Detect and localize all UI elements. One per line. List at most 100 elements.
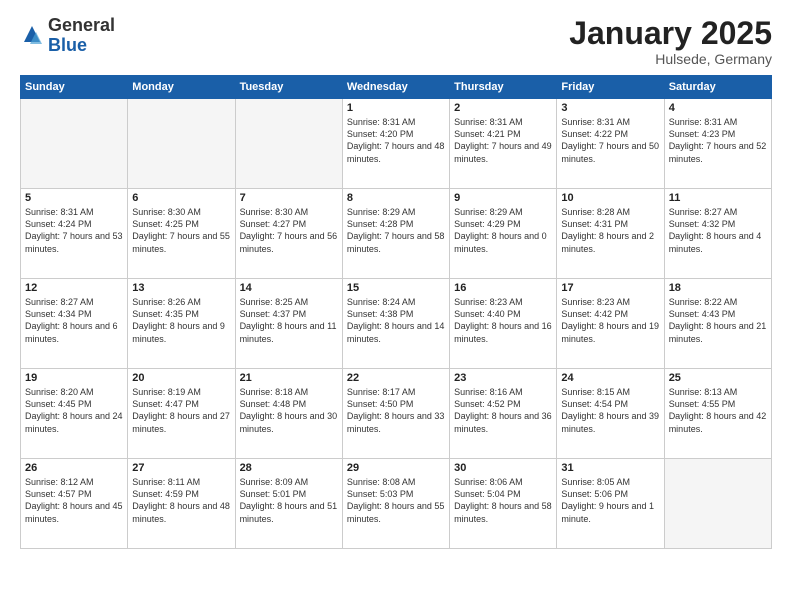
day-info: Sunrise: 8:17 AM Sunset: 4:50 PM Dayligh… [347, 386, 445, 435]
day-number: 16 [454, 282, 552, 294]
calendar-cell: 3 Sunrise: 8:31 AM Sunset: 4:22 PM Daylig… [557, 99, 664, 189]
day-number: 15 [347, 282, 445, 294]
day-info: Sunrise: 8:31 AM Sunset: 4:23 PM Dayligh… [669, 116, 767, 165]
logo-general-text: General [48, 15, 115, 35]
month-title: January 2025 [569, 16, 772, 51]
logo-icon [20, 24, 44, 48]
day-number: 25 [669, 372, 767, 384]
day-info: Sunrise: 8:28 AM Sunset: 4:31 PM Dayligh… [561, 206, 659, 255]
calendar-cell: 5 Sunrise: 8:31 AM Sunset: 4:24 PM Daylig… [21, 189, 128, 279]
day-number: 4 [669, 102, 767, 114]
day-number: 10 [561, 192, 659, 204]
calendar-header-row: SundayMondayTuesdayWednesdayThursdayFrid… [21, 76, 772, 99]
logo-blue-text: Blue [48, 35, 87, 55]
calendar-cell [128, 99, 235, 189]
calendar-week-3: 12 Sunrise: 8:27 AM Sunset: 4:34 PM Dayli… [21, 279, 772, 369]
day-info: Sunrise: 8:29 AM Sunset: 4:29 PM Dayligh… [454, 206, 552, 255]
calendar-cell: 20 Sunrise: 8:19 AM Sunset: 4:47 PM Dayli… [128, 369, 235, 459]
calendar-cell: 27Sunrise: 8:11 AM Sunset: 4:59 PM Dayli… [128, 459, 235, 549]
day-number: 5 [25, 192, 123, 204]
day-info: Sunrise: 8:27 AM Sunset: 4:34 PM Dayligh… [25, 296, 123, 345]
calendar-cell: 12 Sunrise: 8:27 AM Sunset: 4:34 PM Dayli… [21, 279, 128, 369]
day-info: Sunrise: 8:26 AM Sunset: 4:35 PM Dayligh… [132, 296, 230, 345]
day-info: Sunrise: 8:11 AM Sunset: 4:59 PM Dayligh… [132, 476, 230, 525]
page-header: General Blue January 2025 Hulsede, Germa… [20, 16, 772, 67]
day-number: 14 [240, 282, 338, 294]
day-number: 2 [454, 102, 552, 114]
calendar-cell: 16 Sunrise: 8:23 AM Sunset: 4:40 PM Dayli… [450, 279, 557, 369]
day-number: 12 [25, 282, 123, 294]
weekday-header-thursday: Thursday [450, 76, 557, 99]
calendar-cell: 21 Sunrise: 8:18 AM Sunset: 4:48 PM Dayli… [235, 369, 342, 459]
day-info: Sunrise: 8:15 AM Sunset: 4:54 PM Dayligh… [561, 386, 659, 435]
calendar-cell: 9Sunrise: 8:29 AM Sunset: 4:29 PM Daylig… [450, 189, 557, 279]
day-info: Sunrise: 8:31 AM Sunset: 4:24 PM Dayligh… [25, 206, 123, 255]
day-info: Sunrise: 8:22 AM Sunset: 4:43 PM Dayligh… [669, 296, 767, 345]
calendar-cell: 26 Sunrise: 8:12 AM Sunset: 4:57 PM Dayli… [21, 459, 128, 549]
day-number: 30 [454, 462, 552, 474]
day-info: Sunrise: 8:09 AM Sunset: 5:01 PM Dayligh… [240, 476, 338, 525]
calendar-cell: 6 Sunrise: 8:30 AM Sunset: 4:25 PM Daylig… [128, 189, 235, 279]
day-info: Sunrise: 8:19 AM Sunset: 4:47 PM Dayligh… [132, 386, 230, 435]
calendar-cell [664, 459, 771, 549]
day-number: 23 [454, 372, 552, 384]
day-number: 31 [561, 462, 659, 474]
calendar-cell: 7 Sunrise: 8:30 AM Sunset: 4:27 PM Daylig… [235, 189, 342, 279]
day-info: Sunrise: 8:06 AM Sunset: 5:04 PM Dayligh… [454, 476, 552, 525]
day-info: Sunrise: 8:20 AM Sunset: 4:45 PM Dayligh… [25, 386, 123, 435]
calendar-cell: 23 Sunrise: 8:16 AM Sunset: 4:52 PM Dayli… [450, 369, 557, 459]
day-info: Sunrise: 8:23 AM Sunset: 4:42 PM Dayligh… [561, 296, 659, 345]
calendar-cell: 1 Sunrise: 8:31 AM Sunset: 4:20 PM Daylig… [342, 99, 449, 189]
weekday-header-wednesday: Wednesday [342, 76, 449, 99]
day-number: 1 [347, 102, 445, 114]
weekday-header-tuesday: Tuesday [235, 76, 342, 99]
day-number: 20 [132, 372, 230, 384]
day-info: Sunrise: 8:05 AM Sunset: 5:06 PM Dayligh… [561, 476, 659, 525]
day-number: 11 [669, 192, 767, 204]
weekday-header-friday: Friday [557, 76, 664, 99]
day-info: Sunrise: 8:16 AM Sunset: 4:52 PM Dayligh… [454, 386, 552, 435]
calendar-cell: 28Sunrise: 8:09 AM Sunset: 5:01 PM Dayli… [235, 459, 342, 549]
location: Hulsede, Germany [569, 51, 772, 67]
calendar-cell: 8Sunrise: 8:29 AM Sunset: 4:28 PM Daylig… [342, 189, 449, 279]
day-info: Sunrise: 8:24 AM Sunset: 4:38 PM Dayligh… [347, 296, 445, 345]
day-info: Sunrise: 8:23 AM Sunset: 4:40 PM Dayligh… [454, 296, 552, 345]
calendar-week-5: 26 Sunrise: 8:12 AM Sunset: 4:57 PM Dayli… [21, 459, 772, 549]
calendar-cell: 15 Sunrise: 8:24 AM Sunset: 4:38 PM Dayli… [342, 279, 449, 369]
title-block: January 2025 Hulsede, Germany [569, 16, 772, 67]
calendar-cell: 11Sunrise: 8:27 AM Sunset: 4:32 PM Dayli… [664, 189, 771, 279]
calendar-cell: 29Sunrise: 8:08 AM Sunset: 5:03 PM Dayli… [342, 459, 449, 549]
day-info: Sunrise: 8:13 AM Sunset: 4:55 PM Dayligh… [669, 386, 767, 435]
day-number: 17 [561, 282, 659, 294]
day-info: Sunrise: 8:30 AM Sunset: 4:25 PM Dayligh… [132, 206, 230, 255]
day-number: 22 [347, 372, 445, 384]
calendar-cell: 30 Sunrise: 8:06 AM Sunset: 5:04 PM Dayli… [450, 459, 557, 549]
day-info: Sunrise: 8:29 AM Sunset: 4:28 PM Dayligh… [347, 206, 445, 255]
day-info: Sunrise: 8:31 AM Sunset: 4:20 PM Dayligh… [347, 116, 445, 165]
calendar-cell: 4 Sunrise: 8:31 AM Sunset: 4:23 PM Daylig… [664, 99, 771, 189]
calendar-cell: 31 Sunrise: 8:05 AM Sunset: 5:06 PM Dayli… [557, 459, 664, 549]
calendar-cell: 17 Sunrise: 8:23 AM Sunset: 4:42 PM Dayli… [557, 279, 664, 369]
day-number: 26 [25, 462, 123, 474]
day-info: Sunrise: 8:31 AM Sunset: 4:22 PM Dayligh… [561, 116, 659, 165]
calendar-cell [235, 99, 342, 189]
calendar-week-4: 19 Sunrise: 8:20 AM Sunset: 4:45 PM Dayli… [21, 369, 772, 459]
calendar-cell: 2Sunrise: 8:31 AM Sunset: 4:21 PM Daylig… [450, 99, 557, 189]
day-number: 13 [132, 282, 230, 294]
day-info: Sunrise: 8:18 AM Sunset: 4:48 PM Dayligh… [240, 386, 338, 435]
day-number: 19 [25, 372, 123, 384]
day-number: 6 [132, 192, 230, 204]
calendar-cell: 25 Sunrise: 8:13 AM Sunset: 4:55 PM Dayli… [664, 369, 771, 459]
calendar-cell: 10 Sunrise: 8:28 AM Sunset: 4:31 PM Dayli… [557, 189, 664, 279]
calendar-cell: 14Sunrise: 8:25 AM Sunset: 4:37 PM Dayli… [235, 279, 342, 369]
logo: General Blue [20, 16, 115, 56]
calendar-cell: 22 Sunrise: 8:17 AM Sunset: 4:50 PM Dayli… [342, 369, 449, 459]
day-number: 7 [240, 192, 338, 204]
day-number: 18 [669, 282, 767, 294]
day-number: 29 [347, 462, 445, 474]
day-number: 3 [561, 102, 659, 114]
day-number: 21 [240, 372, 338, 384]
day-info: Sunrise: 8:30 AM Sunset: 4:27 PM Dayligh… [240, 206, 338, 255]
calendar-cell [21, 99, 128, 189]
day-info: Sunrise: 8:12 AM Sunset: 4:57 PM Dayligh… [25, 476, 123, 525]
